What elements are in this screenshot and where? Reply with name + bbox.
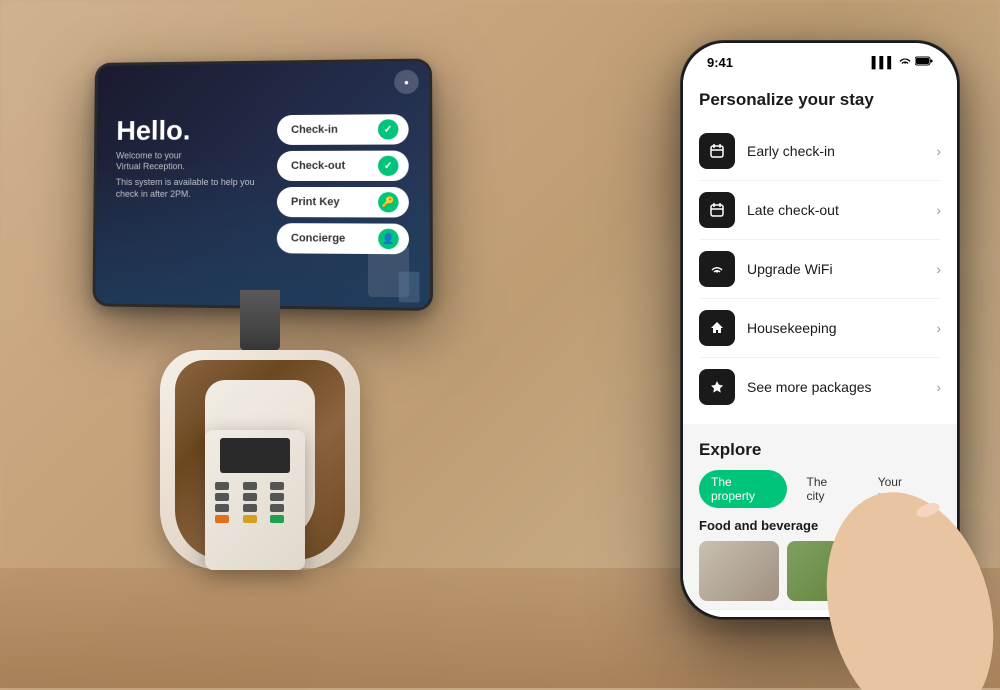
- phone-container: 9:41 ▌▌▌: [640, 40, 1000, 680]
- kiosk-logo: ●: [394, 70, 419, 94]
- kiosk-subtitle: Welcome to your Virtual Reception.: [116, 150, 267, 174]
- terminal-key: [243, 504, 257, 512]
- upgrade-wifi-label: Upgrade WiFi: [747, 261, 936, 277]
- terminal-key: [215, 482, 229, 490]
- terminal-yellow-key: [243, 515, 257, 523]
- explore-image-1: [699, 541, 779, 601]
- kiosk-buttons: Check-in ✓ Check-out ✓ Print Key 🔑 Co: [277, 114, 409, 254]
- early-checkin-icon: [699, 133, 735, 169]
- terminal-key: [215, 493, 229, 501]
- terminal-key: [270, 493, 284, 501]
- housekeeping-chevron: ›: [936, 320, 941, 336]
- kiosk-printkey-button[interactable]: Print Key 🔑: [277, 187, 409, 218]
- payment-terminal: [205, 430, 305, 570]
- kiosk-info-text: This system is available to help you che…: [116, 177, 267, 200]
- printkey-icon: 🔑: [378, 192, 399, 212]
- status-bar: 9:41 ▌▌▌: [683, 43, 957, 74]
- early-checkin-item[interactable]: Early check-in ›: [699, 122, 941, 181]
- upgrade-wifi-item[interactable]: Upgrade WiFi ›: [699, 240, 941, 299]
- signal-icon: ▌▌▌: [872, 57, 895, 69]
- terminal-key: [215, 504, 229, 512]
- personalize-section: Personalize your stay Early check-in ›: [683, 74, 957, 424]
- status-icons: ▌▌▌: [872, 56, 933, 69]
- kiosk-greeting-text: Hello.: [116, 115, 267, 146]
- more-packages-chevron: ›: [936, 379, 941, 395]
- kiosk-content: Hello. Welcome to your Virtual Reception…: [115, 114, 409, 254]
- terminal-screen: [220, 438, 290, 473]
- wifi-icon: [899, 56, 911, 69]
- battery-icon: [915, 56, 933, 69]
- terminal-green-key: [270, 515, 284, 523]
- stand-neck: [240, 290, 280, 350]
- hand-illustration: [810, 410, 1000, 690]
- kiosk-frame: ● Hello. Welcome to your Virtual Recepti…: [92, 58, 433, 311]
- more-packages-item[interactable]: See more packages ›: [699, 358, 941, 416]
- kiosk-concierge-button[interactable]: Concierge 👤: [277, 223, 409, 254]
- terminal-key: [243, 482, 257, 490]
- late-checkout-label: Late check-out: [747, 202, 936, 218]
- status-time: 9:41: [707, 55, 733, 70]
- early-checkin-chevron: ›: [936, 143, 941, 159]
- upgrade-wifi-chevron: ›: [936, 261, 941, 277]
- kiosk-device: ● Hello. Welcome to your Virtual Recepti…: [90, 60, 430, 310]
- housekeeping-item[interactable]: Housekeeping ›: [699, 299, 941, 358]
- early-checkin-label: Early check-in: [747, 143, 936, 159]
- terminal-key: [270, 504, 284, 512]
- terminal-key: [270, 482, 284, 490]
- terminal-key: [243, 493, 257, 501]
- kiosk-screen: ● Hello. Welcome to your Virtual Recepti…: [95, 61, 430, 307]
- kiosk-container: ● Hello. Welcome to your Virtual Recepti…: [30, 60, 550, 640]
- upgrade-wifi-icon: [699, 251, 735, 287]
- kiosk-checkout-button[interactable]: Check-out ✓: [277, 151, 409, 181]
- terminal-keypad: [205, 478, 305, 527]
- terminal-orange-key: [215, 515, 229, 523]
- late-checkout-icon: [699, 192, 735, 228]
- kiosk-checkin-button[interactable]: Check-in ✓: [277, 114, 409, 145]
- more-packages-label: See more packages: [747, 379, 936, 395]
- checkout-icon: ✓: [378, 156, 399, 176]
- housekeeping-icon: [699, 310, 735, 346]
- concierge-icon: 👤: [378, 229, 399, 249]
- late-checkout-chevron: ›: [936, 202, 941, 218]
- late-checkout-item[interactable]: Late check-out ›: [699, 181, 941, 240]
- kiosk-greeting-area: Hello. Welcome to your Virtual Reception…: [116, 115, 267, 200]
- tab-the-property[interactable]: The property: [699, 470, 787, 508]
- more-packages-icon: [699, 369, 735, 405]
- personalize-title: Personalize your stay: [699, 90, 941, 110]
- housekeeping-label: Housekeeping: [747, 320, 936, 336]
- checkin-icon: ✓: [378, 119, 398, 139]
